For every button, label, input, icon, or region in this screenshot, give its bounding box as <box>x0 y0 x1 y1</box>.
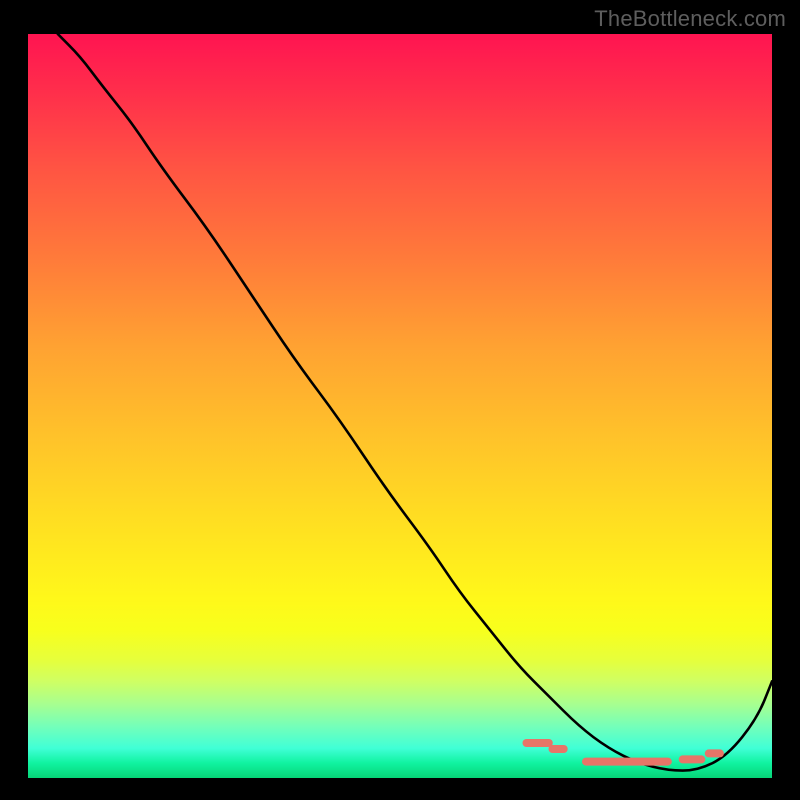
bottleneck-curve <box>58 34 772 771</box>
watermark-text: TheBottleneck.com <box>594 6 786 32</box>
curve-markers <box>527 743 720 762</box>
chart-frame: TheBottleneck.com <box>0 0 800 800</box>
curve-svg <box>28 34 772 778</box>
plot-area <box>28 34 772 778</box>
